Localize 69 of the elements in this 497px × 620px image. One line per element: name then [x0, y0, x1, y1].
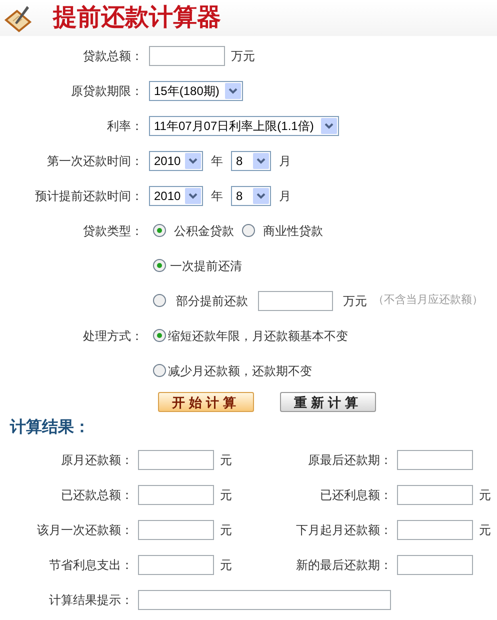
- field-label: 元: [479, 486, 491, 504]
- field-label: 减少月还款额，还款期不变: [168, 362, 312, 380]
- input-field[interactable]: [397, 450, 473, 470]
- field-label: 第一次还款时间：: [46, 152, 143, 170]
- field-label: 部分提前还款: [176, 292, 248, 310]
- chevron-icon: [225, 82, 241, 98]
- field-label: 利率：: [106, 118, 143, 134]
- field-label: 月: [279, 188, 291, 204]
- dropdown[interactable]: 8: [231, 186, 271, 206]
- input-field[interactable]: [138, 554, 214, 574]
- page-title: 提前还款计算器: [53, 3, 221, 33]
- field-label: 年: [211, 152, 223, 170]
- dropdown[interactable]: 15年(180期): [149, 80, 243, 100]
- input-field[interactable]: [138, 484, 214, 504]
- field-label: 公积金贷款: [174, 222, 234, 240]
- input-field[interactable]: [397, 484, 473, 504]
- field-label: 原月还款额：: [60, 452, 133, 468]
- field-label: 原贷款期限：: [70, 82, 143, 100]
- field-label: 已还利息额：: [319, 486, 392, 504]
- radio-button[interactable]: [153, 364, 166, 377]
- field-label: 月: [279, 152, 291, 170]
- chevron-icon: [321, 118, 337, 134]
- radio-button[interactable]: [153, 224, 166, 237]
- field-label: 元: [479, 522, 491, 538]
- field-label: 下月起月还款额：: [295, 522, 392, 538]
- input-field[interactable]: [149, 46, 225, 66]
- radio-button[interactable]: [153, 259, 166, 272]
- field-label: 贷款总额：: [82, 48, 143, 64]
- chevron-icon: [253, 188, 269, 204]
- field-label: 元: [220, 556, 232, 574]
- input-field[interactable]: [138, 520, 214, 540]
- chevron-icon: [185, 152, 201, 168]
- radio-button[interactable]: [153, 329, 166, 342]
- field-label: 计算结果提示：: [48, 592, 133, 608]
- field-label: 年: [211, 188, 223, 204]
- dropdown[interactable]: 11年07月07日利率上限(1.1倍): [149, 116, 339, 136]
- field-label: 元: [220, 452, 232, 468]
- dropdown[interactable]: 8: [231, 150, 271, 170]
- field-label: 预计提前还款时间：: [34, 188, 143, 204]
- field-label: 万元: [231, 48, 255, 64]
- field-label: 缩短还款年限，月还款额基本不变: [168, 328, 348, 344]
- field-label: 贷款类型：: [82, 222, 143, 240]
- reset-button[interactable]: 重新计算: [280, 392, 376, 412]
- field-label: 该月一次还款额：: [36, 522, 133, 538]
- chevron-icon: [253, 152, 269, 168]
- field-label: 新的最后还款期：: [295, 556, 392, 574]
- field-label: 万元: [343, 292, 367, 310]
- field-label: 原最后还款期：: [307, 452, 392, 468]
- results-heading: 计算结果：: [10, 418, 91, 438]
- field-label: 商业性贷款: [263, 222, 323, 240]
- field-label: 元: [220, 486, 232, 504]
- dropdown[interactable]: 2010: [149, 186, 203, 206]
- calculate-button[interactable]: 开始计算: [158, 392, 254, 412]
- notepad-pen-icon: [3, 3, 33, 33]
- dropdown[interactable]: 2010: [149, 150, 203, 170]
- radio-button[interactable]: [153, 294, 166, 307]
- field-label: 一次提前还清: [170, 258, 242, 274]
- field-label: 元: [220, 522, 232, 538]
- field-label: 节省利息支出：: [48, 556, 133, 574]
- radio-button[interactable]: [242, 224, 255, 237]
- input-field[interactable]: [397, 520, 473, 540]
- input-field[interactable]: [258, 290, 333, 310]
- chevron-icon: [185, 188, 201, 204]
- input-field[interactable]: [397, 554, 473, 574]
- field-label: 已还款总额：: [60, 486, 133, 504]
- field-label: 处理方式：: [82, 328, 143, 344]
- input-field[interactable]: [138, 450, 214, 470]
- input-field[interactable]: [138, 590, 391, 610]
- note-text: （不含当月应还款额）: [373, 292, 483, 308]
